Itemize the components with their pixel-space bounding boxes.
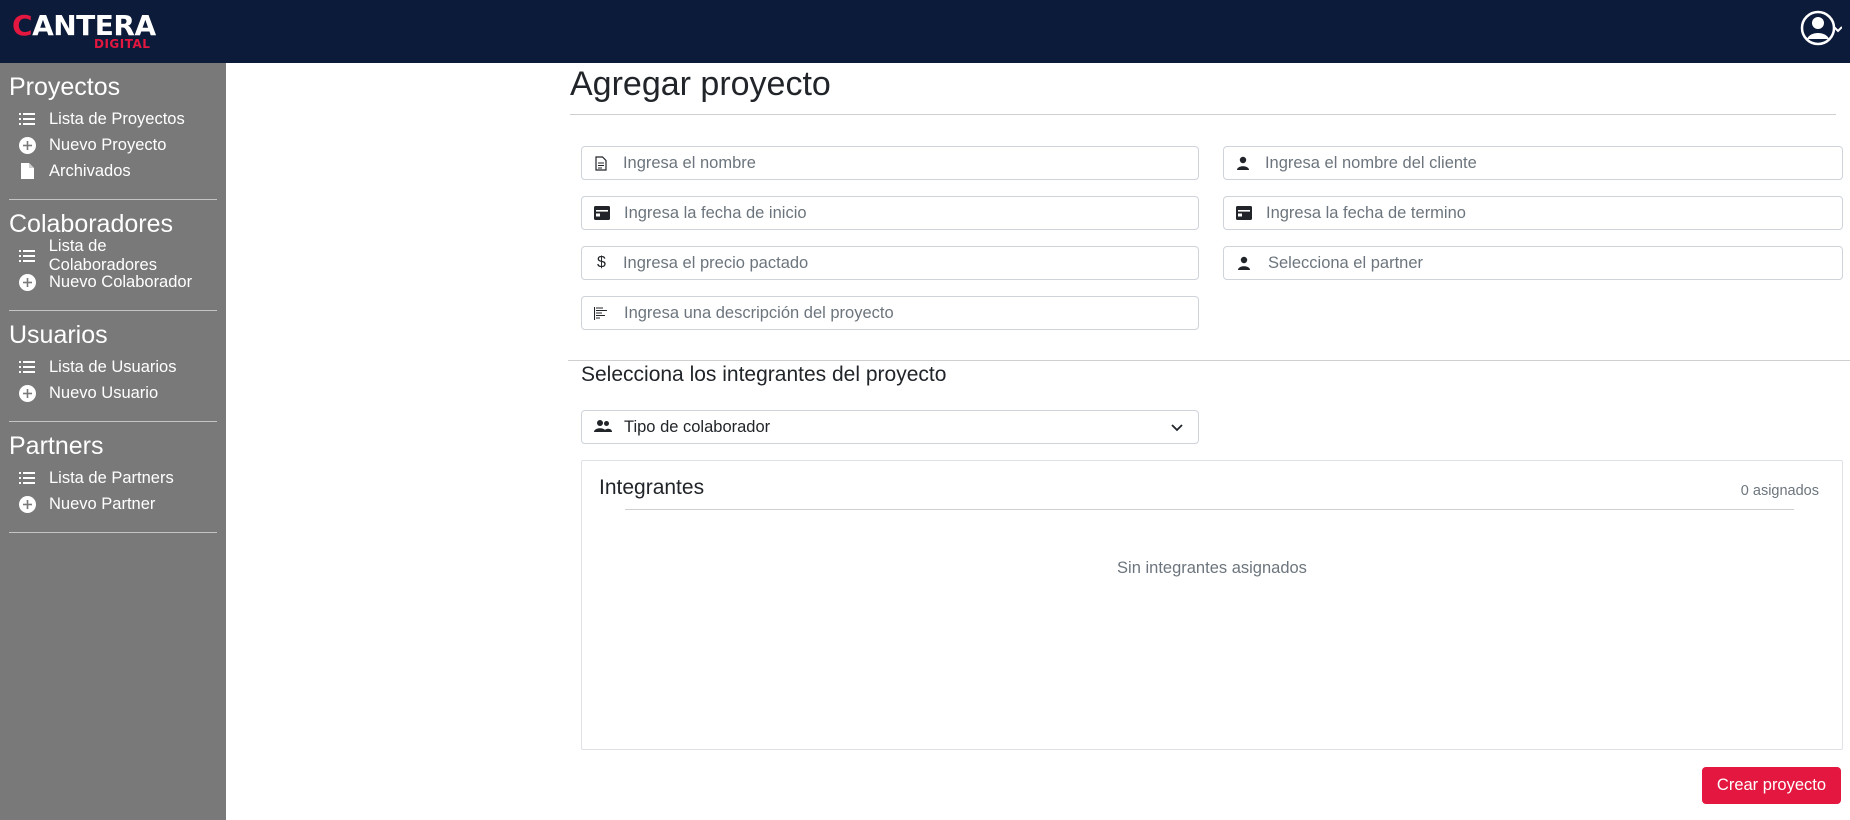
- start-date-field[interactable]: [581, 196, 1199, 230]
- sidebar-item-lista-usuarios[interactable]: Lista de Usuarios: [9, 354, 217, 380]
- client-name-input[interactable]: [1264, 153, 1842, 173]
- main-content: Agregar proyecto $ Selecciona el partner…: [226, 63, 1850, 820]
- empty-members-message: Sin integrantes asignados: [1117, 559, 1307, 577]
- sidebar-item-nuevo-colaborador[interactable]: Nuevo Colaborador: [9, 269, 217, 295]
- description-input[interactable]: [624, 303, 1198, 323]
- sidebar: Proyectos Lista de Proyectos Nuevo Proye…: [0, 63, 226, 820]
- members-section-title: Selecciona los integrantes del proyecto: [581, 363, 947, 386]
- dollar-icon: $: [597, 254, 606, 271]
- calendar-card-icon: [594, 205, 610, 221]
- sidebar-item-nuevo-proyecto[interactable]: Nuevo Proyecto: [9, 132, 217, 158]
- project-name-field[interactable]: [581, 146, 1199, 180]
- sidebar-item-label: Lista de Usuarios: [49, 357, 177, 376]
- project-name-input[interactable]: [622, 153, 1198, 173]
- sidebar-item-label: Lista de Partners: [49, 468, 174, 487]
- start-date-input[interactable]: [624, 203, 1198, 223]
- list-icon: [18, 247, 36, 265]
- members-panel-title: Integrantes: [599, 476, 705, 499]
- title-divider: [570, 114, 1836, 115]
- sidebar-section-usuarios: Usuarios Lista de Usuarios Nuevo Usuario: [0, 311, 226, 422]
- person-icon: [1236, 155, 1251, 171]
- sidebar-section-partners: Partners Lista de Partners Nuevo Partner: [0, 422, 226, 533]
- sidebar-divider: [9, 532, 217, 533]
- collaborator-type-label: Tipo de colaborador: [624, 417, 771, 436]
- sidebar-item-label: Nuevo Proyecto: [49, 135, 167, 154]
- logo-subtitle: DIGITAL: [94, 37, 151, 51]
- plus-circle-icon: [18, 136, 36, 154]
- price-field[interactable]: $: [581, 246, 1199, 280]
- document-icon: [594, 155, 609, 171]
- cantera-logo[interactable]: CANTERA DIGITAL: [12, 10, 162, 52]
- chevron-down-icon: [1170, 420, 1184, 434]
- plus-circle-icon: [18, 273, 36, 291]
- text-align-icon: [594, 305, 610, 321]
- members-panel-divider: [625, 509, 1794, 510]
- people-icon: [594, 419, 612, 435]
- sidebar-item-label: Nuevo Usuario: [49, 383, 159, 402]
- top-navbar: CANTERA DIGITAL: [0, 0, 1850, 63]
- person-icon: [1236, 255, 1252, 271]
- user-circle-icon[interactable]: [1798, 9, 1843, 53]
- list-icon: [18, 110, 36, 128]
- sidebar-item-nuevo-usuario[interactable]: Nuevo Usuario: [9, 380, 217, 406]
- description-field[interactable]: [581, 296, 1199, 330]
- sidebar-item-label: Lista de Proyectos: [49, 109, 185, 128]
- collaborator-type-select[interactable]: Tipo de colaborador: [581, 410, 1199, 444]
- sidebar-heading-usuarios: Usuarios: [9, 321, 108, 349]
- sidebar-item-lista-partners[interactable]: Lista de Partners: [9, 465, 217, 491]
- file-icon: [18, 162, 36, 180]
- price-input[interactable]: [622, 253, 1198, 273]
- create-project-button[interactable]: Crear proyecto: [1702, 767, 1841, 804]
- plus-circle-icon: [18, 495, 36, 513]
- list-icon: [18, 469, 36, 487]
- end-date-input[interactable]: [1266, 203, 1842, 223]
- plus-circle-icon: [18, 384, 36, 402]
- members-panel: Integrantes 0 asignados Sin integrantes …: [581, 460, 1843, 750]
- sidebar-item-label: Archivados: [49, 161, 131, 180]
- section-divider: [568, 360, 1850, 361]
- partner-select[interactable]: Selecciona el partner: [1223, 246, 1843, 280]
- assigned-count: 0 asignados: [1740, 483, 1819, 499]
- sidebar-heading-colaboradores: Colaboradores: [9, 210, 173, 238]
- sidebar-item-lista-proyectos[interactable]: Lista de Proyectos: [9, 106, 217, 132]
- end-date-field[interactable]: [1223, 196, 1843, 230]
- calendar-card-icon: [1236, 205, 1252, 221]
- sidebar-heading-proyectos: Proyectos: [9, 73, 121, 101]
- page-title: Agregar proyecto: [570, 65, 831, 103]
- sidebar-heading-partners: Partners: [9, 432, 104, 460]
- partner-select-placeholder: Selecciona el partner: [1268, 253, 1424, 272]
- sidebar-item-label: Lista de Colaboradores: [48, 237, 157, 274]
- sidebar-item-lista-colaboradores[interactable]: Lista de Colaboradores: [9, 237, 217, 274]
- client-name-field[interactable]: [1223, 146, 1843, 180]
- sidebar-item-label: Nuevo Colaborador: [49, 272, 193, 291]
- sidebar-section-colaboradores: Colaboradores Lista de Colaboradores Nue…: [0, 200, 226, 311]
- list-icon: [18, 358, 36, 376]
- sidebar-item-nuevo-partner[interactable]: Nuevo Partner: [9, 491, 217, 517]
- sidebar-section-proyectos: Proyectos Lista de Proyectos Nuevo Proye…: [0, 63, 226, 200]
- sidebar-item-archivados[interactable]: Archivados: [9, 158, 217, 184]
- sidebar-item-label: Nuevo Partner: [49, 494, 156, 513]
